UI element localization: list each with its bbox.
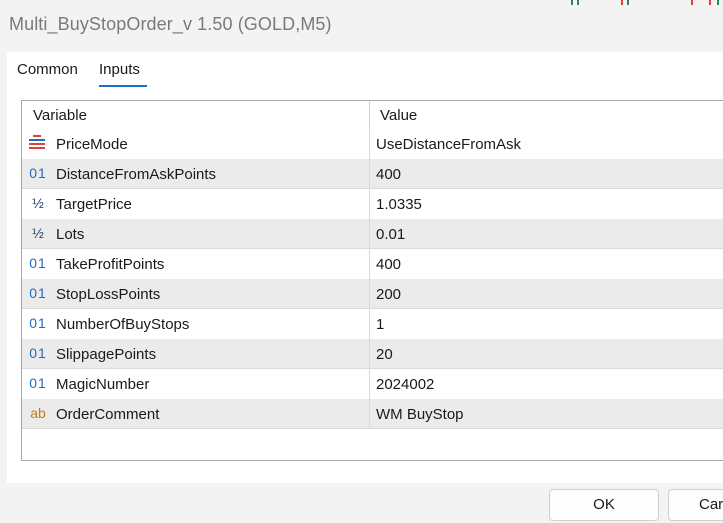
variable-name: MagicNumber: [56, 376, 150, 393]
string-icon: ab: [30, 405, 46, 421]
variable-name: DistanceFromAskPoints: [56, 166, 217, 183]
tab-inputs[interactable]: Inputs: [99, 61, 140, 84]
value-cell[interactable]: 200: [376, 286, 401, 303]
row-separator: [22, 428, 723, 429]
enum-icon: [29, 134, 45, 150]
value-cell[interactable]: 1: [376, 316, 384, 333]
integer-icon: 01: [29, 255, 47, 271]
value-cell[interactable]: 0.01: [376, 226, 405, 243]
table-row-pricemode[interactable]: PriceMode UseDistanceFromAsk: [22, 129, 723, 159]
variable-name: TargetPrice: [56, 196, 132, 213]
variable-name: Lots: [56, 226, 85, 243]
cell-divider: [369, 159, 370, 189]
table-row-targetprice[interactable]: ½ TargetPrice 1.0335: [22, 189, 723, 219]
column-header-variable[interactable]: Variable: [33, 107, 87, 124]
cell-divider: [369, 279, 370, 309]
value-cell[interactable]: 400: [376, 166, 401, 183]
value-cell[interactable]: 2024002: [376, 376, 434, 393]
tab-common[interactable]: Common: [17, 61, 78, 84]
integer-icon: 01: [29, 345, 47, 361]
table-row-magicnumber[interactable]: 01 MagicNumber 2024002: [22, 369, 723, 399]
double-icon: ½: [32, 225, 44, 241]
integer-icon: 01: [29, 165, 47, 181]
column-header-value[interactable]: Value: [380, 107, 417, 124]
value-cell[interactable]: 400: [376, 256, 401, 273]
value-cell[interactable]: UseDistanceFromAsk: [376, 136, 521, 153]
active-tab-indicator: [99, 85, 147, 87]
table-row-ordercomment[interactable]: ab OrderComment WM BuyStop: [22, 399, 723, 429]
grid-header: Variable Value: [22, 101, 723, 129]
title-bar[interactable]: Multi_BuyStopOrder_v 1.50 (GOLD,M5): [0, 0, 723, 52]
value-cell[interactable]: 1.0335: [376, 196, 422, 213]
table-row-slippagepoints[interactable]: 01 SlippagePoints 20: [22, 339, 723, 369]
column-divider[interactable]: [369, 101, 370, 129]
value-cell[interactable]: WM BuyStop: [376, 406, 464, 423]
cell-divider: [369, 189, 370, 219]
table-row-lots[interactable]: ½ Lots 0.01: [22, 219, 723, 249]
variable-name: OrderComment: [56, 406, 160, 423]
table-row-numberofbuystops[interactable]: 01 NumberOfBuyStops 1: [22, 309, 723, 339]
table-row-stoplosspoints[interactable]: 01 StopLossPoints 200: [22, 279, 723, 309]
value-cell[interactable]: 20: [376, 346, 393, 363]
cell-divider: [369, 249, 370, 279]
window-title: Multi_BuyStopOrder_v 1.50 (GOLD,M5): [9, 14, 332, 34]
cell-divider: [369, 369, 370, 399]
variable-name: NumberOfBuyStops: [56, 316, 190, 333]
cell-divider: [369, 399, 370, 429]
input-parameters-dialog: Multi_BuyStopOrder_v 1.50 (GOLD,M5) Comm…: [0, 0, 723, 523]
ok-button[interactable]: OK: [549, 489, 659, 521]
cancel-button[interactable]: Car: [668, 489, 723, 521]
grid-rows: PriceMode UseDistanceFromAsk 01 Distance…: [22, 129, 723, 429]
double-icon: ½: [32, 195, 44, 211]
cell-divider: [369, 339, 370, 369]
cell-divider: [369, 129, 370, 159]
cell-divider: [369, 309, 370, 339]
variable-name: SlippagePoints: [56, 346, 157, 363]
table-row-distancefromaskpoints[interactable]: 01 DistanceFromAskPoints 400: [22, 159, 723, 189]
background-chart-fragment: [563, 0, 723, 6]
cell-divider: [369, 219, 370, 249]
variable-name: PriceMode: [56, 136, 128, 153]
dialog-content-panel: Common Inputs Variable Value PriceMode U…: [7, 52, 723, 483]
variable-name: TakeProfitPoints: [56, 256, 165, 273]
integer-icon: 01: [29, 315, 47, 331]
integer-icon: 01: [29, 285, 47, 301]
integer-icon: 01: [29, 375, 47, 391]
inputs-grid: Variable Value PriceMode UseDistanceFrom…: [21, 100, 723, 461]
dialog-button-bar: OK Car: [0, 483, 723, 523]
table-row-takeprofitpoints[interactable]: 01 TakeProfitPoints 400: [22, 249, 723, 279]
variable-name: StopLossPoints: [56, 286, 161, 303]
